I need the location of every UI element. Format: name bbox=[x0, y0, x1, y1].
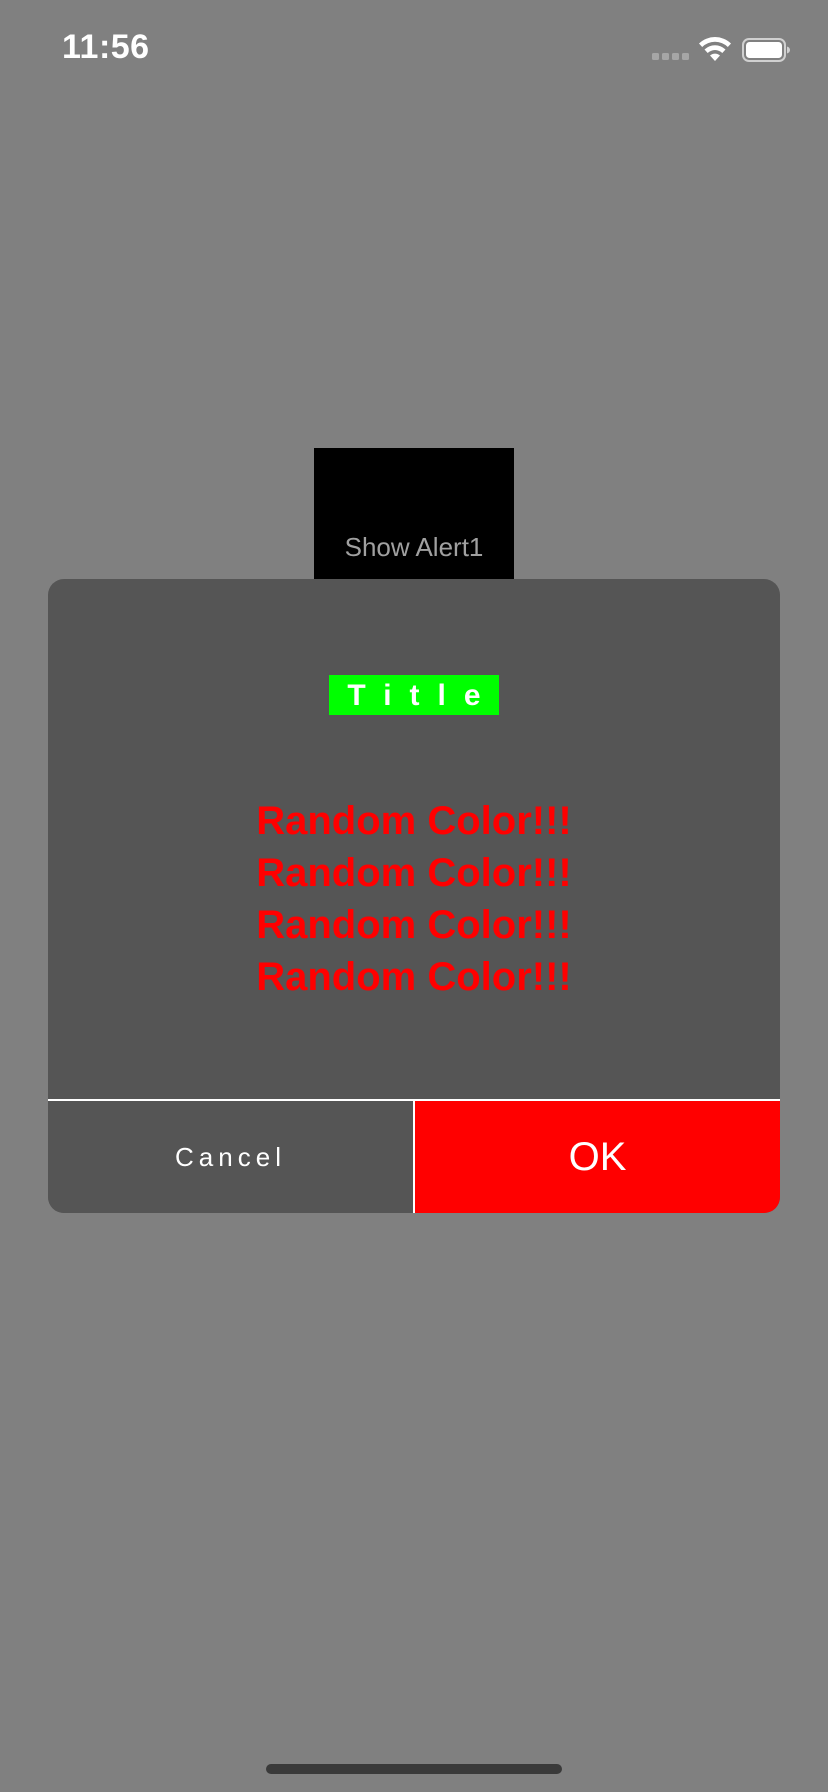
alert-actions: Cancel OK bbox=[48, 1101, 780, 1213]
cellular-signal-icon bbox=[652, 53, 689, 60]
alert-dialog: Title Random Color!!! Random Color!!! Ra… bbox=[48, 579, 780, 1213]
status-time: 11:56 bbox=[62, 28, 150, 66]
ok-button[interactable]: OK bbox=[415, 1101, 780, 1213]
alert-title-container: Title bbox=[48, 675, 780, 715]
cancel-button[interactable]: Cancel bbox=[48, 1101, 413, 1213]
show-alert-button[interactable]: Show Alert1 bbox=[314, 448, 514, 579]
alert-message-line: Random Color!!! bbox=[256, 955, 572, 999]
alert-message-line: Random Color!!! bbox=[256, 903, 572, 947]
alert-message-line: Random Color!!! bbox=[256, 799, 572, 843]
home-indicator[interactable] bbox=[266, 1764, 562, 1774]
alert-message: Random Color!!! Random Color!!! Random C… bbox=[48, 795, 780, 1003]
battery-icon bbox=[742, 38, 790, 62]
alert-message-line: Random Color!!! bbox=[256, 851, 572, 895]
app-screen: 11:56 Show Alert1 Title Random Color!!! … bbox=[0, 0, 828, 1792]
alert-title: Title bbox=[329, 675, 499, 715]
wifi-icon bbox=[699, 37, 731, 61]
